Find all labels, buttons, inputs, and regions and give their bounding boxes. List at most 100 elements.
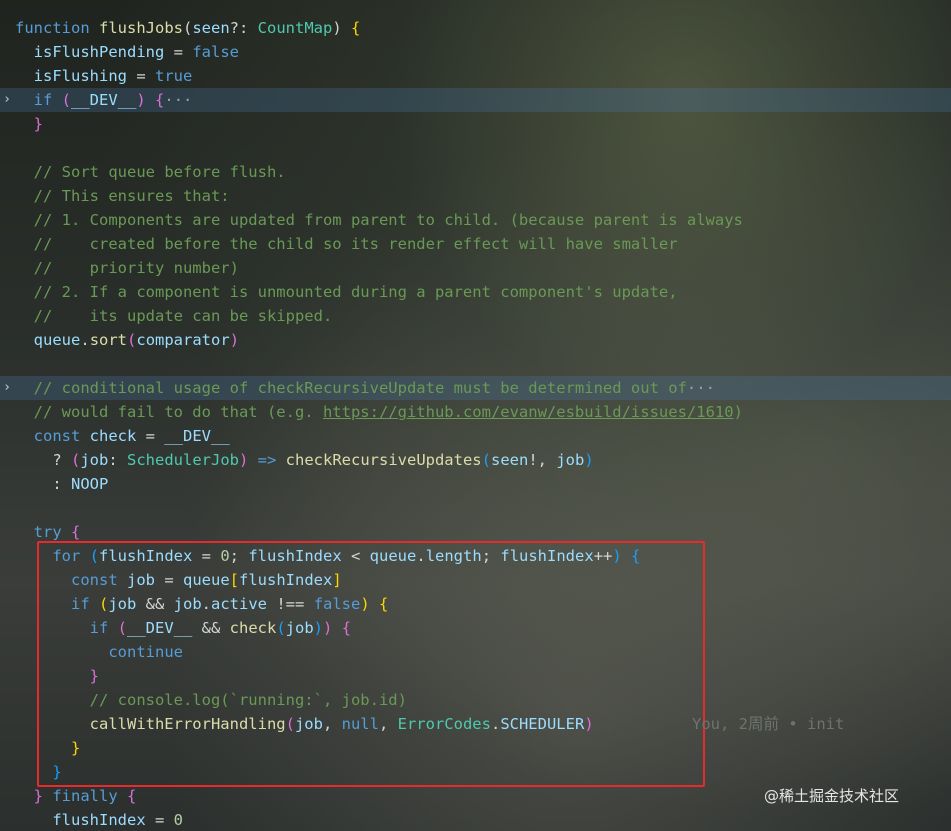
code-token: seen <box>490 451 529 469</box>
code-token: // created before the child so its rende… <box>33 235 678 253</box>
code-text: // created before the child so its rende… <box>15 232 678 256</box>
watermark: @稀土掘金技术社区 <box>764 787 900 805</box>
code-line[interactable]: // would fail to do that (e.g. https://g… <box>0 400 951 424</box>
code-token: finally <box>43 787 128 805</box>
folded-ellipsis[interactable]: ··· <box>164 91 192 109</box>
code-token: job <box>80 451 109 469</box>
code-line[interactable]: queue.sort(comparator) <box>0 328 951 352</box>
code-token: ( <box>71 451 81 469</box>
code-token: ) <box>136 91 146 109</box>
code-line[interactable]: flushIndex = 0 <box>0 808 951 831</box>
highlight-box <box>37 541 705 787</box>
code-token: { <box>127 787 137 805</box>
code-line[interactable]: const check = __DEV__ <box>0 424 951 448</box>
code-token: ( <box>183 19 193 37</box>
code-line[interactable] <box>0 352 951 376</box>
code-token: ? <box>52 451 71 469</box>
code-text: // 1. Components are updated from parent… <box>15 208 743 232</box>
code-token: = <box>127 67 155 85</box>
code-token: // Sort queue before flush. <box>33 163 286 181</box>
code-token: ( <box>61 91 72 109</box>
code-line[interactable]: › // conditional usage of checkRecursive… <box>0 376 951 400</box>
code-text: function flushJobs(seen?: CountMap) { <box>15 16 360 40</box>
code-token: = <box>145 811 174 829</box>
code-line[interactable]: function flushJobs(seen?: CountMap) { <box>0 16 951 40</box>
code-token: true <box>155 67 193 85</box>
code-token: ) <box>584 451 594 469</box>
code-line[interactable]: // 2. If a component is unmounted during… <box>0 280 951 304</box>
code-line[interactable]: // This ensures that: <box>0 184 951 208</box>
code-token: ) <box>229 331 240 349</box>
code-token: ) <box>239 451 249 469</box>
code-token: queue <box>33 331 81 349</box>
code-line[interactable]: // created before the child so its rende… <box>0 232 951 256</box>
code-line[interactable] <box>0 136 951 160</box>
code-text: // conditional usage of checkRecursiveUp… <box>15 376 715 400</box>
code-token: if <box>33 91 62 109</box>
code-token: flushIndex <box>52 811 146 829</box>
code-token: __DEV__ <box>71 91 137 109</box>
code-token: checkRecursiveUpdates <box>285 451 482 469</box>
code-token: function <box>15 19 99 37</box>
code-text: } finally { <box>15 784 137 808</box>
code-line[interactable]: ? (job: SchedulerJob) => checkRecursiveU… <box>0 448 951 472</box>
code-token: ( <box>481 451 491 469</box>
code-line[interactable]: › if (__DEV__) {··· <box>0 88 951 112</box>
code-line[interactable]: // Sort queue before flush. <box>0 160 951 184</box>
code-line[interactable]: // its update can be skipped. <box>0 304 951 328</box>
folded-ellipsis[interactable]: ··· <box>687 379 715 397</box>
code-token: isFlushPending <box>33 43 165 61</box>
code-line[interactable]: isFlushing = true <box>0 64 951 88</box>
code-editor[interactable]: function flushJobs(seen?: CountMap) { is… <box>0 0 951 831</box>
code-token: 0 <box>173 811 183 829</box>
code-text: // Sort queue before flush. <box>15 160 286 184</box>
code-token: , <box>537 451 557 469</box>
code-token: ! <box>528 451 538 469</box>
code-line[interactable]: // priority number) <box>0 256 951 280</box>
code-text: queue.sort(comparator) <box>15 328 239 352</box>
code-line[interactable]: : NOOP <box>0 472 951 496</box>
code-token: // would fail to do that (e.g. <box>33 403 323 421</box>
code-token: = <box>136 427 165 445</box>
code-text: const check = __DEV__ <box>15 424 230 448</box>
fold-chevron-icon[interactable]: › <box>0 88 14 112</box>
code-token: NOOP <box>71 475 109 493</box>
code-token[interactable]: https://github.com/evanw/esbuild/issues/… <box>323 403 734 421</box>
code-line[interactable]: isFlushPending = false <box>0 40 951 64</box>
code-token: ( <box>127 331 137 349</box>
code-token: seen <box>192 19 230 37</box>
code-token: // 1. Components are updated from parent… <box>33 211 743 229</box>
code-token: try <box>33 523 71 541</box>
code-line[interactable] <box>0 496 951 520</box>
code-line[interactable]: // 1. Components are updated from parent… <box>0 208 951 232</box>
code-token: . <box>80 331 90 349</box>
code-token: => <box>248 451 286 469</box>
code-text: if (__DEV__) {··· <box>15 88 193 112</box>
code-token: : <box>108 451 128 469</box>
code-text: } <box>15 112 43 136</box>
code-token: = <box>164 43 193 61</box>
code-text: : NOOP <box>15 472 108 496</box>
code-token: ) <box>332 19 351 37</box>
code-text: isFlushPending = false <box>15 40 239 64</box>
code-token: job <box>556 451 585 469</box>
code-text: // its update can be skipped. <box>15 304 333 328</box>
code-text: // would fail to do that (e.g. https://g… <box>15 400 743 424</box>
fold-chevron-icon[interactable]: › <box>0 376 14 400</box>
code-token: __DEV__ <box>164 427 230 445</box>
code-text: // This ensures that: <box>15 184 230 208</box>
code-text: flushIndex = 0 <box>15 808 183 831</box>
code-line[interactable]: } <box>0 112 951 136</box>
code-token: const <box>33 427 90 445</box>
